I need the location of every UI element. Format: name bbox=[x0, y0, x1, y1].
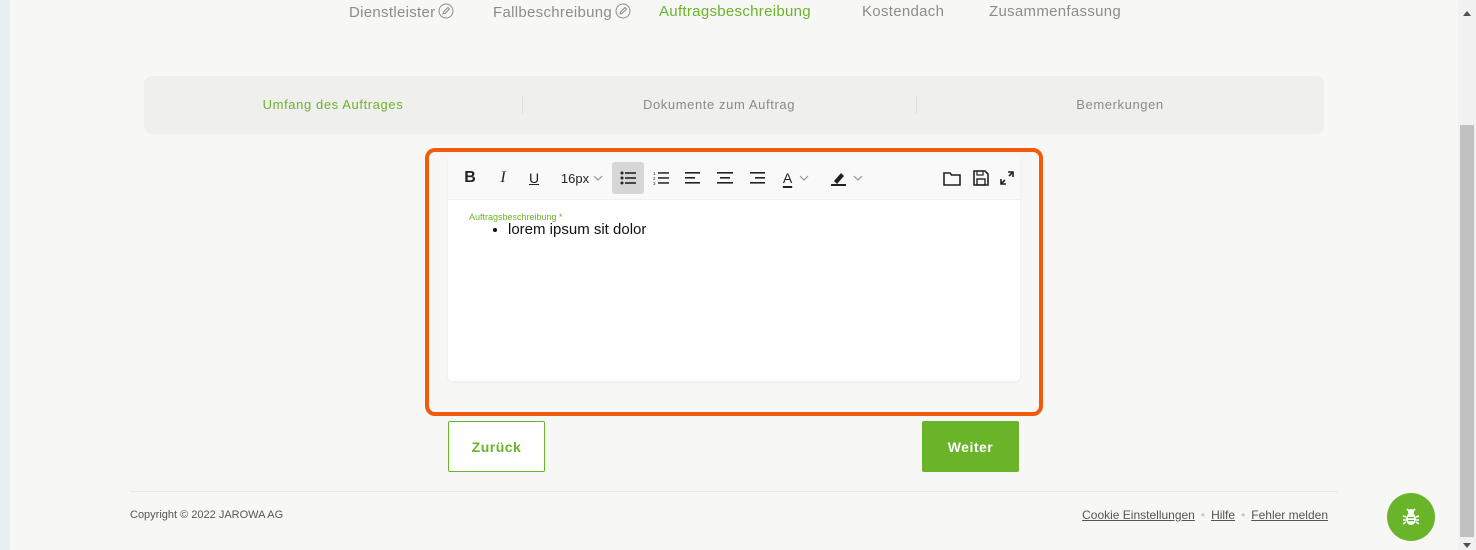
text-color-button[interactable]: A bbox=[776, 162, 816, 194]
chevron-down-icon bbox=[593, 175, 603, 181]
scrollbar-thumb[interactable] bbox=[1460, 125, 1474, 537]
step-dienstleister[interactable]: Dienstleister bbox=[349, 3, 454, 21]
sub-tabs: Umfang des Auftrages Dokumente zum Auftr… bbox=[144, 76, 1324, 134]
fullscreen-icon bbox=[1000, 171, 1014, 185]
page: Dienstleister Fallbeschreibung Auftragsb… bbox=[10, 0, 1458, 550]
tab-umfang-des-auftrages[interactable]: Umfang des Auftrages bbox=[144, 76, 522, 134]
step-kostendach[interactable]: Kostendach bbox=[862, 3, 944, 20]
save-icon bbox=[973, 170, 989, 186]
scroll-down-arrow-icon[interactable] bbox=[1463, 543, 1471, 548]
bold-icon: B bbox=[464, 169, 476, 186]
bullet-list-button[interactable] bbox=[612, 162, 644, 194]
italic-icon: I bbox=[500, 169, 506, 186]
step-fallbeschreibung[interactable]: Fallbeschreibung bbox=[493, 3, 631, 21]
highlight-color-button[interactable] bbox=[824, 162, 868, 194]
underline-icon: U bbox=[528, 170, 540, 186]
step-auftragsbeschreibung[interactable]: Auftragsbeschreibung bbox=[659, 3, 811, 20]
align-right-button[interactable] bbox=[745, 162, 769, 194]
cookie-settings-link[interactable]: Cookie Einstellungen bbox=[1082, 508, 1195, 522]
fullscreen-button[interactable] bbox=[997, 162, 1017, 194]
align-right-icon bbox=[750, 172, 765, 184]
align-left-button[interactable] bbox=[681, 162, 705, 194]
step-zusammenfassung[interactable]: Zusammenfassung bbox=[989, 3, 1121, 20]
align-left-icon bbox=[685, 172, 700, 184]
align-center-icon bbox=[717, 172, 733, 184]
footer-links: Cookie Einstellungen • Hilfe • Fehler melden bbox=[1082, 508, 1328, 522]
pencil-circle-icon bbox=[615, 3, 631, 19]
underline-button[interactable]: U bbox=[524, 162, 544, 194]
rich-text-editor: B I U 16px 123 A Auftragsbeschreibung * … bbox=[448, 156, 1020, 381]
separator-dot: • bbox=[1241, 508, 1246, 522]
footer-divider bbox=[130, 491, 1338, 492]
numbered-list-button[interactable]: 123 bbox=[649, 162, 673, 194]
font-size-select[interactable]: 16px bbox=[556, 162, 608, 194]
separator-dot: • bbox=[1200, 508, 1206, 522]
copyright-text: Copyright © 2022 JAROWA AG bbox=[130, 509, 284, 521]
bold-button[interactable]: B bbox=[460, 162, 480, 194]
step-navigation: Dienstleister Fallbeschreibung Auftragsb… bbox=[10, 0, 1458, 26]
italic-button[interactable]: I bbox=[493, 162, 513, 194]
editor-content[interactable]: Auftragsbeschreibung * lorem ipsum sit d… bbox=[448, 200, 1020, 381]
highlight-icon bbox=[830, 173, 846, 186]
next-button[interactable]: Weiter bbox=[922, 421, 1019, 472]
align-center-button[interactable] bbox=[713, 162, 737, 194]
help-link[interactable]: Hilfe bbox=[1211, 508, 1235, 522]
bug-icon bbox=[1402, 508, 1420, 525]
bullet-list: lorem ipsum sit dolor bbox=[508, 221, 646, 238]
list-item: lorem ipsum sit dolor bbox=[508, 221, 646, 238]
svg-text:3: 3 bbox=[653, 181, 656, 185]
pencil-circle-icon bbox=[438, 3, 454, 19]
chevron-down-icon bbox=[853, 175, 862, 181]
tab-dokumente-zum-auftrag[interactable]: Dokumente zum Auftrag bbox=[522, 76, 916, 134]
scroll-up-arrow-icon[interactable] bbox=[1463, 11, 1471, 16]
editor-toolbar: B I U 16px 123 A bbox=[448, 156, 1020, 200]
folder-icon bbox=[943, 171, 961, 186]
chevron-down-icon bbox=[799, 175, 809, 181]
report-bug-link[interactable]: Fehler melden bbox=[1251, 508, 1328, 522]
tab-bemerkungen[interactable]: Bemerkungen bbox=[916, 76, 1324, 134]
vertical-scrollbar[interactable] bbox=[1458, 0, 1476, 550]
back-button[interactable]: Zurück bbox=[448, 421, 545, 472]
numbered-list-icon: 123 bbox=[653, 171, 669, 185]
open-file-button[interactable] bbox=[940, 162, 964, 194]
save-button[interactable] bbox=[969, 162, 993, 194]
bullet-list-icon bbox=[620, 171, 636, 185]
text-color-icon: A bbox=[782, 170, 793, 186]
bug-report-button[interactable] bbox=[1387, 493, 1435, 541]
